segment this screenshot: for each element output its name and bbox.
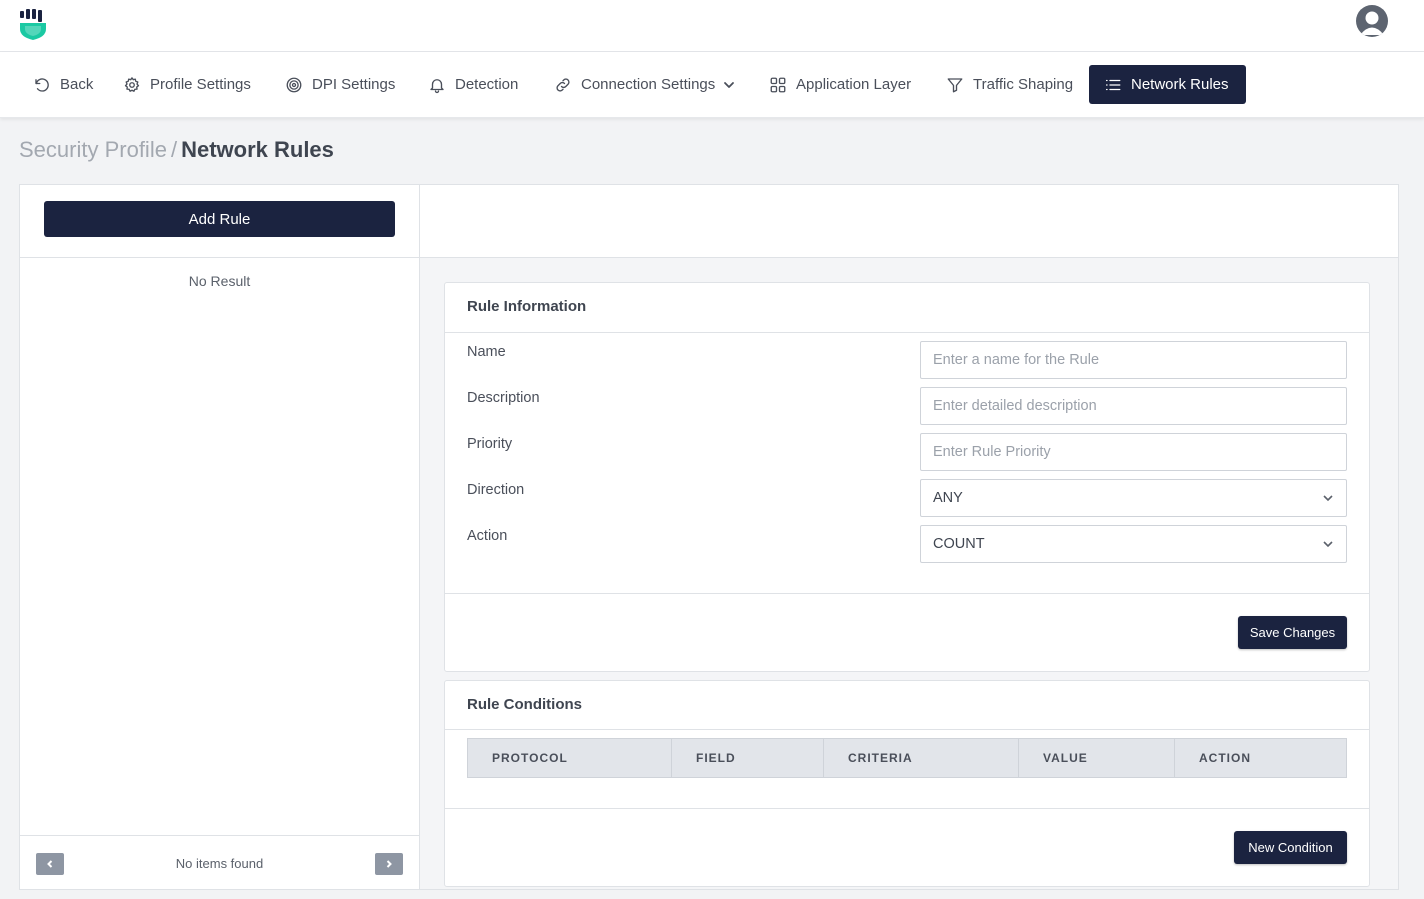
column-header-criteria: CRITERIA (824, 739, 1019, 777)
pager-status-text: No items found (175, 856, 264, 871)
description-label: Description (467, 390, 540, 406)
top-bar (0, 0, 1424, 52)
action-select[interactable]: COUNT (920, 525, 1347, 563)
nav-connection-settings[interactable]: Connection Settings (554, 65, 735, 104)
chevron-down-icon (1323, 541, 1333, 548)
filter-icon (947, 77, 963, 92)
network-rules-card: Add Rule No Result No items found Rule I… (19, 184, 1399, 890)
action-label: Action (467, 528, 508, 544)
shield-fist-icon[interactable] (19, 9, 47, 40)
page-title: Network Rules (181, 137, 334, 162)
direction-label: Direction (467, 482, 525, 498)
save-changes-button[interactable]: Save Changes (1238, 616, 1347, 649)
column-header-value: VALUE (1019, 739, 1175, 777)
bell-icon (430, 78, 444, 93)
nav-connection-settings-label: Connection Settings (581, 76, 716, 93)
panel-divider (445, 729, 1369, 730)
nav-network-rules-label: Network Rules (1131, 76, 1229, 93)
rules-list-panel: Add Rule No Result No items found (20, 185, 420, 889)
chevron-down-icon (1323, 495, 1333, 502)
profile-nav: Back Profile Settings DPI Settings Detec… (0, 52, 1424, 118)
chevron-down-icon (724, 81, 735, 88)
nav-traffic-shaping-label: Traffic Shaping (973, 76, 1074, 93)
grid-icon (770, 77, 786, 92)
rule-information-panel: Rule Information Name Description Priori… (444, 282, 1370, 672)
target-icon (286, 77, 302, 92)
nav-dpi-settings[interactable]: DPI Settings (285, 65, 395, 104)
nav-detection-label: Detection (455, 76, 519, 93)
breadcrumb-separator: / (170, 137, 178, 162)
rule-editor-header (420, 185, 1398, 258)
nav-traffic-shaping[interactable]: Traffic Shaping (946, 65, 1073, 104)
panel-divider (445, 593, 1369, 594)
nav-profile-settings[interactable]: Profile Settings (123, 65, 251, 104)
panel-divider (445, 808, 1369, 809)
rules-empty-text: No Result (188, 273, 251, 289)
rules-pager: No items found (20, 835, 419, 889)
direction-select-value: ANY (933, 490, 963, 506)
new-condition-button[interactable]: New Condition (1234, 831, 1347, 864)
rule-priority-input[interactable] (920, 433, 1347, 471)
nav-application-layer[interactable]: Application Layer (769, 65, 911, 104)
name-label: Name (467, 344, 506, 360)
direction-select[interactable]: ANY (920, 479, 1347, 517)
nav-back[interactable]: Back (33, 65, 93, 104)
priority-label: Priority (467, 436, 513, 452)
rule-conditions-title: Rule Conditions (467, 696, 582, 713)
column-header-field: FIELD (672, 739, 824, 777)
add-rule-button[interactable]: Add Rule (44, 201, 395, 237)
conditions-table-header: PROTOCOL FIELD CRITERIA VALUE ACTION (467, 738, 1347, 778)
column-header-action: ACTION (1199, 751, 1251, 765)
panel-divider (445, 332, 1369, 333)
nav-detection[interactable]: Detection (428, 65, 518, 104)
nav-back-label: Back (60, 76, 94, 93)
user-avatar-icon[interactable] (1356, 5, 1388, 37)
breadcrumb-parent[interactable]: Security Profile (19, 137, 167, 162)
action-select-value: COUNT (933, 536, 985, 552)
nav-dpi-settings-label: DPI Settings (312, 76, 396, 93)
nav-network-rules[interactable]: Network Rules (1089, 65, 1246, 104)
pager-next-button[interactable] (375, 853, 403, 875)
rule-conditions-panel: Rule Conditions PROTOCOL FIELD CRITERIA … (444, 680, 1370, 887)
rules-list-header: Add Rule (20, 185, 419, 258)
rule-name-input[interactable] (920, 341, 1347, 379)
rule-information-title: Rule Information (467, 298, 587, 315)
undo-icon (35, 77, 49, 92)
link-icon (556, 77, 570, 92)
chevron-right-icon (386, 860, 392, 868)
breadcrumb: Security Profile / Network Rules (19, 137, 334, 163)
nav-application-layer-label: Application Layer (796, 76, 912, 93)
column-header-protocol: PROTOCOL (468, 739, 672, 777)
gear-icon (124, 76, 140, 92)
nav-profile-settings-label: Profile Settings (150, 76, 251, 93)
rule-editor-body: Rule Information Name Description Priori… (420, 258, 1398, 889)
list-icon (1105, 79, 1121, 90)
rule-description-input[interactable] (920, 387, 1347, 425)
